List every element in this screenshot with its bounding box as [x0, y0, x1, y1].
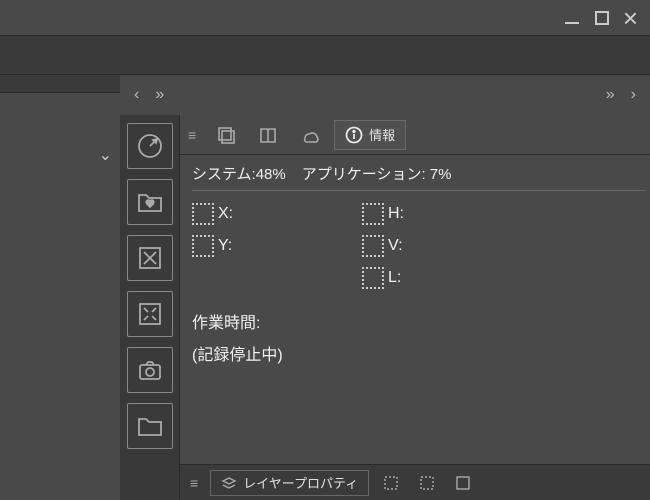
coord-v: V: [362, 235, 532, 257]
bottom-tab-label: レイヤープロパティ [243, 473, 358, 492]
close-button[interactable]: × [623, 9, 638, 27]
camera-tool[interactable] [127, 347, 173, 393]
maximize-button[interactable] [593, 9, 611, 27]
recording-status: (記録停止中) [192, 341, 646, 365]
bottom-icon-1[interactable] [377, 471, 405, 495]
coord-h: H: [362, 203, 532, 225]
tab-row: ≡ 情報 [180, 115, 650, 155]
system-label: システム: [192, 166, 256, 183]
v-icon [362, 235, 384, 257]
toolbar-strip [0, 35, 650, 75]
system-usage-row: システム:48% アプリケーション: 7% [192, 163, 646, 191]
tab-book-icon[interactable] [250, 120, 286, 150]
left-pane: ⌄ [0, 75, 120, 500]
crop-tool[interactable] [127, 235, 173, 281]
y-icon [192, 235, 214, 257]
tab-info[interactable]: 情報 [334, 120, 406, 150]
work-time-label: 作業時間: [192, 309, 646, 333]
x-icon [192, 203, 214, 225]
nav-row: ‹ » » › [120, 75, 650, 115]
bottom-tab-row: ≡ レイヤープロパティ [180, 464, 650, 500]
tool-column [120, 115, 180, 500]
coord-x: X: [192, 203, 362, 225]
panel-menu-icon[interactable]: ≡ [188, 127, 196, 143]
nav-back[interactable]: ‹ [134, 86, 139, 104]
h-icon [362, 203, 384, 225]
coord-l: L: [362, 267, 532, 289]
coordinate-grid: X: H: Y: V: L: [192, 203, 646, 289]
nav-forward[interactable]: › [631, 86, 636, 104]
tab-layers-icon[interactable] [208, 120, 244, 150]
titlebar: × [0, 0, 650, 35]
nav-forward-more-right[interactable]: » [606, 86, 615, 104]
collapse-tool[interactable] [127, 291, 173, 337]
l-icon [362, 267, 384, 289]
app-label: アプリケーション: [302, 166, 426, 183]
panel-area: ≡ 情報 システム:48% アプリケーション: 7% X: [180, 115, 650, 500]
bottom-menu-icon[interactable]: ≡ [190, 475, 198, 491]
bottom-tab-layer-properties[interactable]: レイヤープロパティ [210, 470, 369, 496]
bottom-icon-2[interactable] [413, 471, 441, 495]
bottom-icon-3[interactable] [449, 471, 477, 495]
tab-cloud-icon[interactable] [292, 120, 328, 150]
app-value: 7% [430, 166, 452, 183]
info-panel-body: システム:48% アプリケーション: 7% X: H: Y: V: [180, 155, 650, 373]
tab-info-label: 情報 [369, 125, 395, 144]
minimize-button[interactable] [563, 9, 581, 27]
coord-y: Y: [192, 235, 362, 257]
left-pane-header [0, 75, 120, 93]
nav-forward-more-left[interactable]: » [155, 86, 164, 104]
favorites-tool[interactable] [127, 179, 173, 225]
quick-access-tool[interactable] [127, 123, 173, 169]
chevron-down-icon[interactable]: ⌄ [99, 145, 112, 165]
folder-tool[interactable] [127, 403, 173, 449]
system-value: 48% [256, 166, 286, 183]
